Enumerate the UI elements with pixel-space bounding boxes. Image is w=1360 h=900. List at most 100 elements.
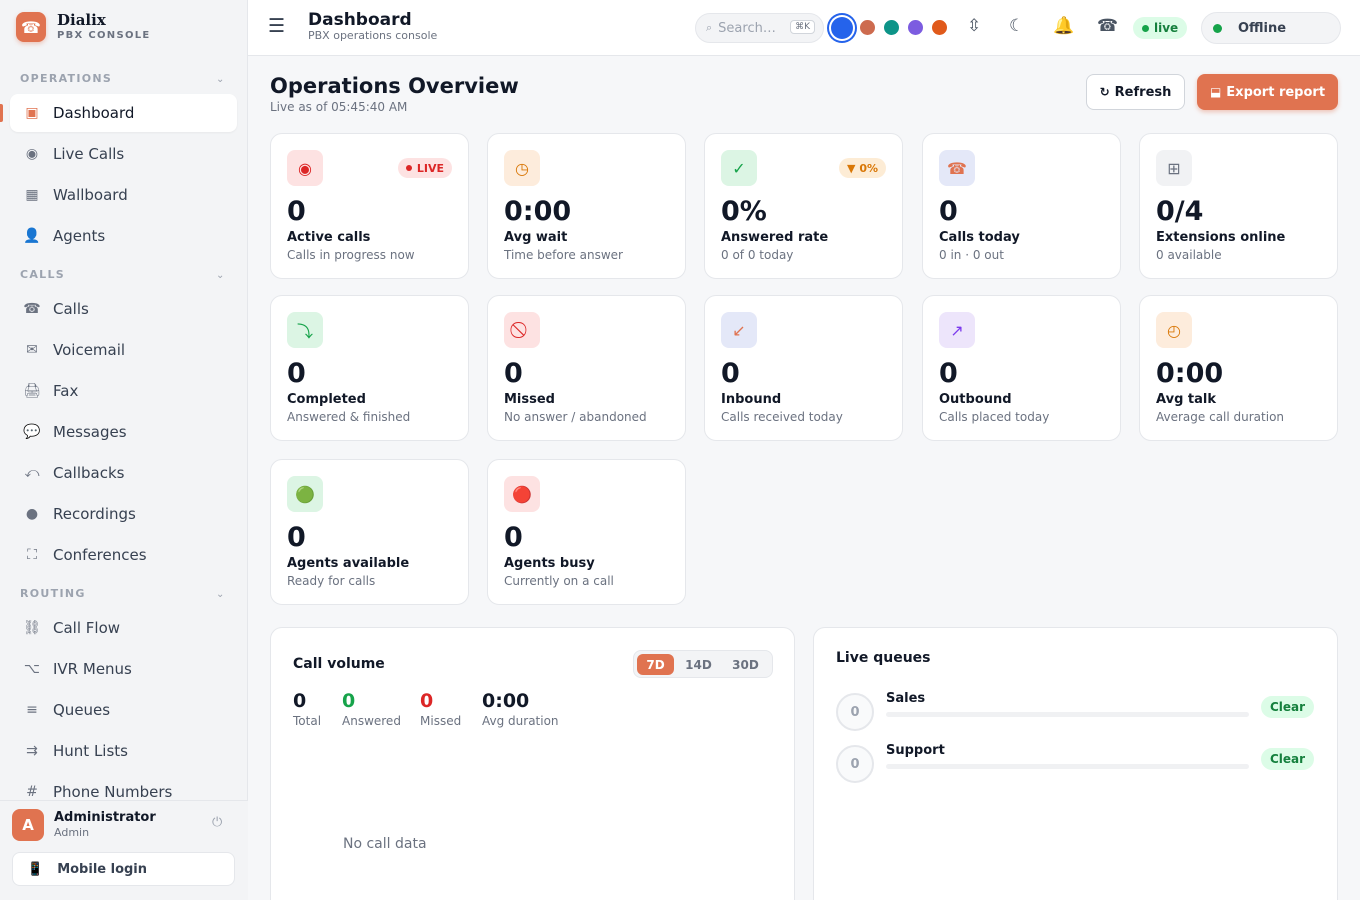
live-badge: live bbox=[1133, 17, 1188, 39]
kpi-description: Currently on a call bbox=[504, 574, 614, 588]
sidebar-item-phone-numbers[interactable]: # Phone Numbers bbox=[10, 773, 237, 800]
phone-numbers-icon: # bbox=[26, 784, 38, 800]
kpi-label: Agents busy bbox=[504, 556, 595, 571]
sidebar-item-dashboard[interactable]: ▣ Dashboard bbox=[0, 94, 237, 132]
sidebar-item-ivr-menus[interactable]: ⌥ IVR Menus bbox=[10, 650, 237, 688]
kpi-card-extensions-online: ⊞ 0/4 Extensions online 0 available bbox=[1139, 133, 1338, 279]
section-label-routing: ROUTING bbox=[20, 587, 86, 600]
kpi-label: Avg wait bbox=[504, 230, 568, 245]
stat-value-avg-duration: 0:00 bbox=[482, 690, 530, 712]
power-icon[interactable]: ⏻ bbox=[212, 815, 222, 830]
kpi-value: 0:00 bbox=[504, 196, 572, 227]
sidebar-item-messages[interactable]: 💬 Messages bbox=[10, 413, 237, 451]
kpi-description: Calls received today bbox=[721, 410, 843, 424]
live-queues-panel: Live queues 0 Sales Clear 0 Support Clear bbox=[813, 627, 1338, 900]
sidebar-item-label: Hunt Lists bbox=[53, 742, 128, 760]
sidebar-item-hunt-lists[interactable]: ⇉ Hunt Lists bbox=[10, 732, 237, 770]
sidebar-item-label: Messages bbox=[53, 423, 127, 441]
search-placeholder: Search… bbox=[718, 20, 776, 36]
kpi-label: Calls today bbox=[939, 230, 1020, 245]
phone-icon[interactable]: ☎ bbox=[1097, 16, 1118, 36]
kpi-card-completed: ⤵ 0 Completed Answered & finished bbox=[270, 295, 469, 441]
range-14d-button[interactable]: 14D bbox=[679, 654, 718, 675]
page-title: Operations Overview bbox=[270, 74, 519, 98]
sidebar-item-label: Live Calls bbox=[53, 145, 125, 163]
menu-icon[interactable]: ☰ bbox=[268, 15, 285, 37]
bell-icon[interactable]: 🔔 bbox=[1053, 16, 1074, 36]
kpi-card-calls-today: ☎ 0 Calls today 0 in · 0 out bbox=[922, 133, 1121, 279]
range-7d-button[interactable]: 7D bbox=[637, 654, 674, 675]
kpi-description: Time before answer bbox=[504, 248, 623, 262]
queue-name: Support bbox=[886, 743, 945, 758]
dashboard-icon: ▣ bbox=[25, 105, 39, 121]
theme-swatch[interactable] bbox=[932, 20, 947, 35]
kpi-value: 0 bbox=[287, 522, 306, 553]
kpi-description: Answered & finished bbox=[287, 410, 411, 424]
sidebar-item-agents[interactable]: 👤 Agents bbox=[10, 217, 237, 255]
refresh-icon: ↻ bbox=[1099, 85, 1110, 99]
sidebar-item-wallboard[interactable]: ▦ Wallboard bbox=[10, 176, 237, 214]
density-icon[interactable]: ⇳ bbox=[967, 16, 981, 36]
export-icon: ⬓ bbox=[1209, 85, 1222, 99]
chevron-down-icon[interactable]: ⌄ bbox=[216, 74, 224, 85]
kpi-label: Answered rate bbox=[721, 230, 829, 245]
search-input[interactable]: ⌕ Search… ⌘K bbox=[695, 13, 824, 43]
search-icon: ⌕ bbox=[706, 21, 713, 34]
queue-status-badge: Clear bbox=[1261, 696, 1315, 718]
badge-label: LIVE bbox=[416, 161, 444, 175]
brand[interactable]: ☎ Dialix PBX CONSOLE bbox=[16, 12, 151, 42]
page-header-title: Dashboard bbox=[308, 10, 412, 30]
range-30d-button[interactable]: 30D bbox=[726, 654, 765, 675]
kpi-card-agents-busy: 🔴 0 Agents busy Currently on a call bbox=[487, 459, 686, 605]
sidebar-item-queues[interactable]: ≡ Queues bbox=[10, 691, 237, 729]
mobile-login-label: Mobile login bbox=[57, 861, 148, 877]
theme-swatch[interactable] bbox=[831, 17, 853, 39]
sidebar-item-calls[interactable]: ☎ Calls bbox=[10, 290, 237, 328]
theme-swatch[interactable] bbox=[860, 20, 875, 35]
queue-count: 0 bbox=[836, 745, 874, 783]
kpi-description: Calls placed today bbox=[939, 410, 1050, 424]
sidebar-item-call-flow[interactable]: ⛓ Call Flow bbox=[10, 609, 237, 647]
queue-status-badge: Clear bbox=[1261, 748, 1315, 770]
queue-row-sales[interactable]: 0 Sales Clear bbox=[836, 691, 1316, 731]
conferences-icon: ⛶ bbox=[27, 547, 37, 563]
chevron-down-icon[interactable]: ⌄ bbox=[216, 270, 224, 281]
topbar: ☰ Dashboard PBX operations console ⌕ Sea… bbox=[248, 0, 1360, 56]
call-flow-icon: ⛓ bbox=[23, 620, 41, 636]
sidebar-item-recordings[interactable]: ● Recordings bbox=[10, 495, 237, 533]
user-block: A Administrator Admin ⏻ 📱 Mobile login bbox=[0, 800, 248, 900]
sidebar-item-live-calls[interactable]: ◉ Live Calls bbox=[10, 135, 237, 173]
completed-icon: ⤵ bbox=[287, 312, 323, 348]
sidebar-item-label: Callbacks bbox=[53, 464, 125, 482]
moon-icon[interactable]: ☾ bbox=[1009, 16, 1024, 36]
avatar[interactable]: A bbox=[12, 809, 44, 841]
live-icon: ◉ bbox=[287, 150, 323, 186]
kpi-description: 0 in · 0 out bbox=[939, 248, 1004, 262]
mobile-login-button[interactable]: 📱 Mobile login bbox=[12, 852, 235, 886]
theme-swatch[interactable] bbox=[908, 20, 923, 35]
sidebar-item-label: Dashboard bbox=[53, 104, 135, 122]
sidebar-item-callbacks[interactable]: ⤺ Callbacks bbox=[10, 454, 237, 492]
theme-swatch[interactable] bbox=[884, 20, 899, 35]
section-label-operations: OPERATIONS bbox=[20, 72, 113, 85]
sidebar-item-conferences[interactable]: ⛶ Conferences bbox=[10, 536, 237, 574]
queue-count: 0 bbox=[836, 693, 874, 731]
kpi-value: 0/4 bbox=[1156, 196, 1204, 227]
sidebar-item-label: Phone Numbers bbox=[53, 783, 173, 800]
sidebar-item-label: Wallboard bbox=[53, 186, 128, 204]
kpi-label: Avg talk bbox=[1156, 392, 1216, 407]
refresh-button[interactable]: ↻ Refresh bbox=[1086, 74, 1185, 110]
chevron-down-icon[interactable]: ⌄ bbox=[216, 589, 224, 600]
export-report-button[interactable]: ⬓ Export report bbox=[1197, 74, 1338, 110]
stat-label: Answered bbox=[342, 714, 401, 728]
stat-label: Missed bbox=[420, 714, 462, 728]
status-select[interactable]: Offline bbox=[1201, 12, 1341, 44]
phone-icon: ☎ bbox=[23, 301, 41, 317]
badge-label: ▼ 0% bbox=[847, 161, 878, 175]
sidebar-item-voicemail[interactable]: ✉ Voicemail bbox=[10, 331, 237, 369]
queue-row-support[interactable]: 0 Support Clear bbox=[836, 743, 1316, 783]
available-icon: 🟢 bbox=[287, 476, 323, 512]
kpi-label: Completed bbox=[287, 392, 366, 407]
sidebar-item-label: Calls bbox=[53, 300, 89, 318]
sidebar-item-fax[interactable]: 🖨 Fax bbox=[10, 372, 237, 410]
